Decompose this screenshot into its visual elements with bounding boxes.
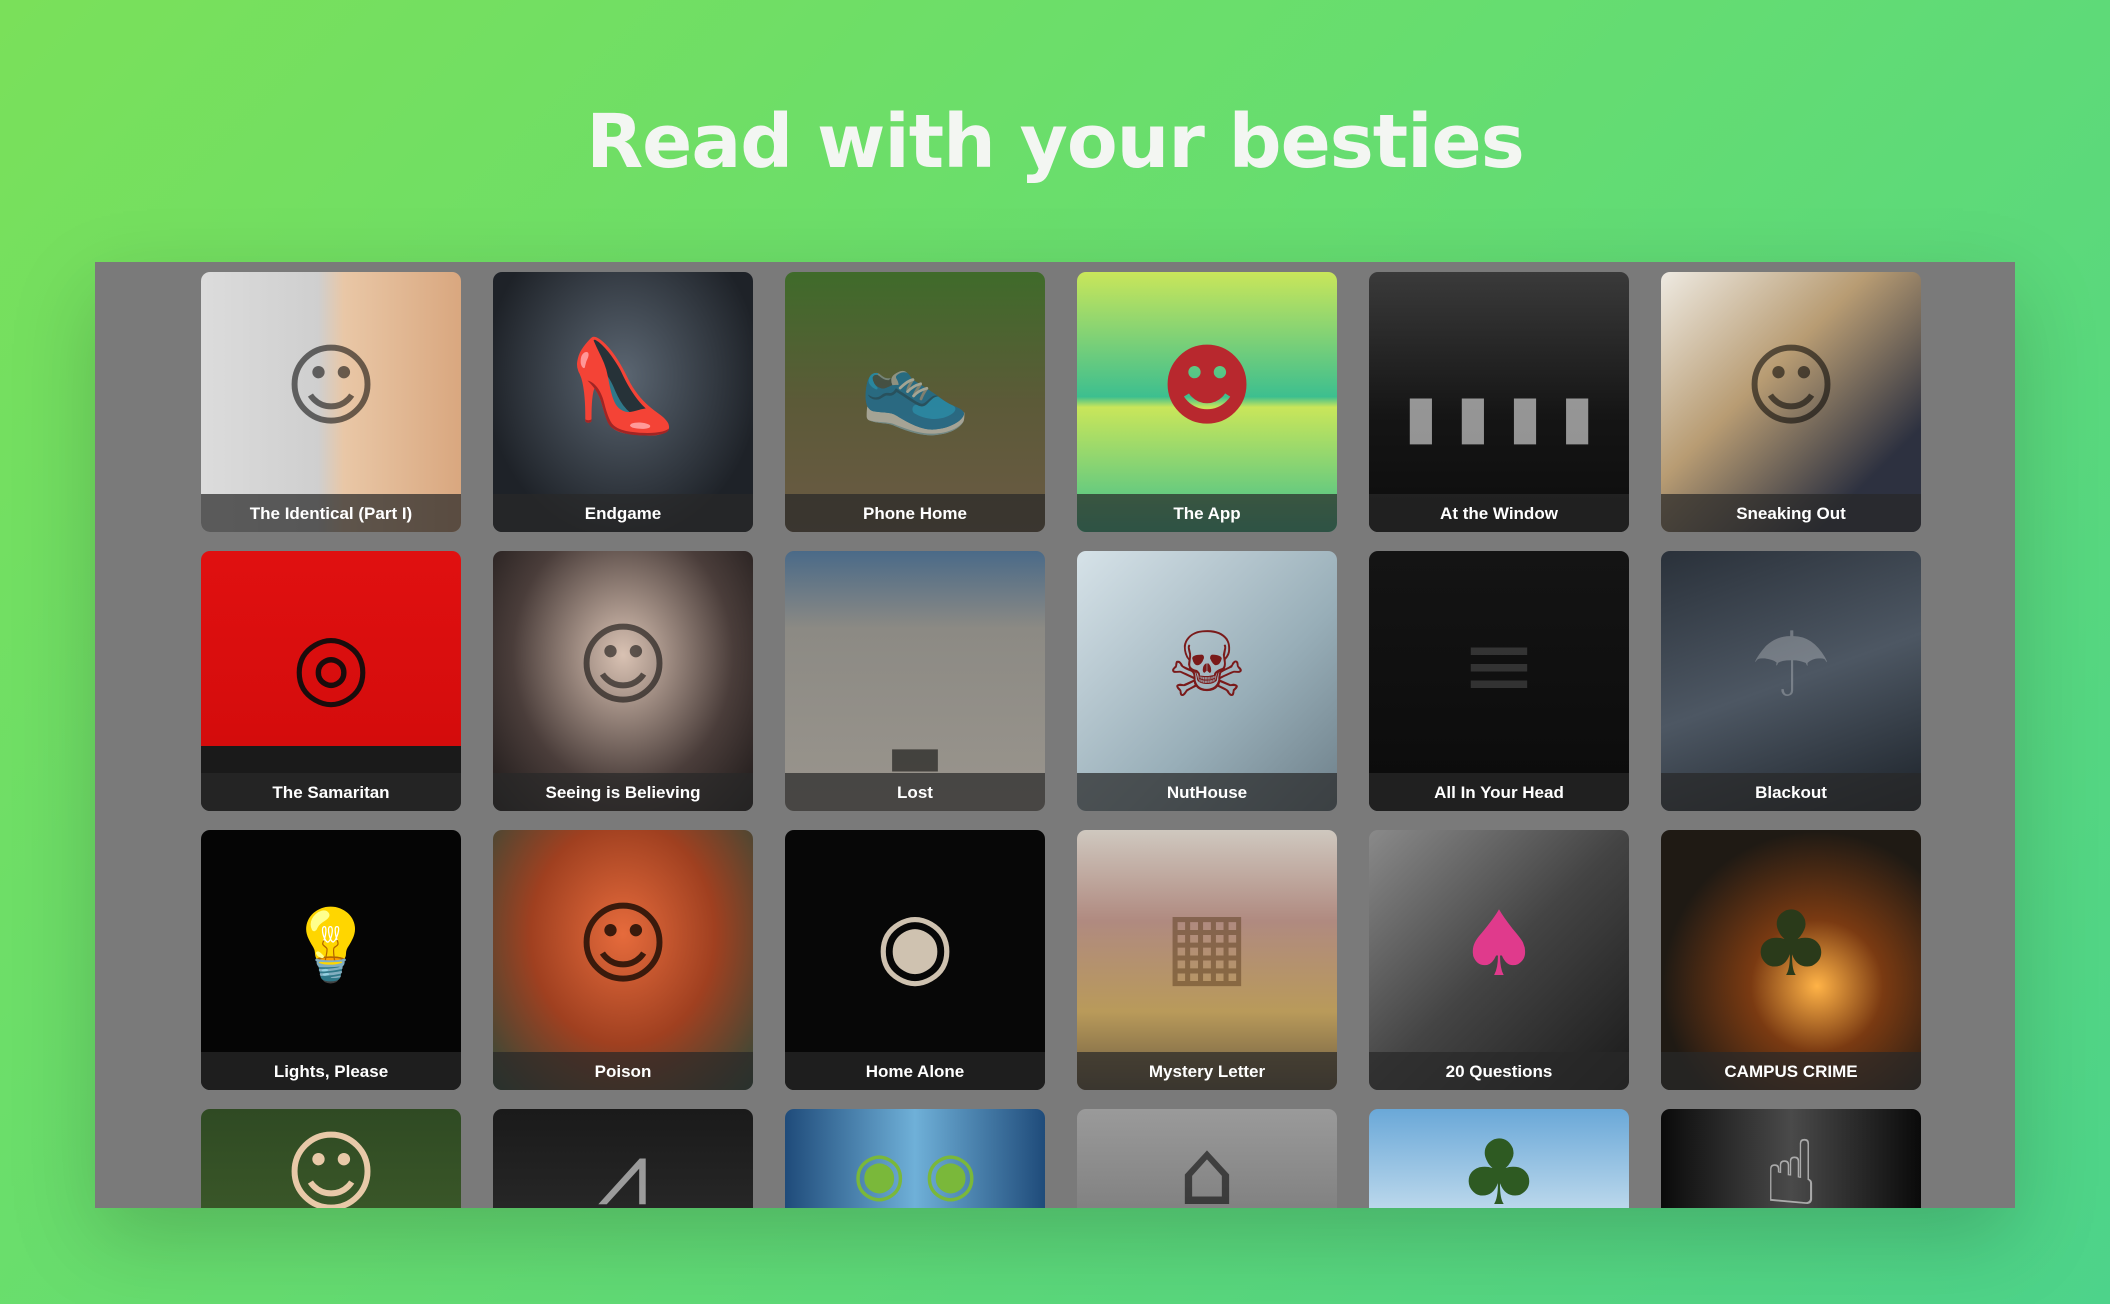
story-title: 20 Questions	[1369, 1052, 1629, 1090]
staircase-icon: ≡	[1369, 551, 1629, 811]
story-title: Phone Home	[785, 494, 1045, 532]
story-card[interactable]: ☺ The Identical (Part I)	[201, 272, 461, 532]
cartoon-phone-icon: ☻	[1077, 272, 1337, 532]
story-card[interactable]: 👟 Phone Home	[785, 272, 1045, 532]
story-title: Lost	[785, 773, 1045, 811]
story-title: Sneaking Out	[1661, 494, 1921, 532]
story-card[interactable]: ☝	[1661, 1109, 1921, 1208]
heels-handcuffs-icon: 👠	[493, 272, 753, 532]
story-card[interactable]: ▬ Lost	[785, 551, 1045, 811]
story-card[interactable]: ☺ Sneaking Out	[1661, 272, 1921, 532]
story-title: The App	[1077, 494, 1337, 532]
story-card[interactable]: ☂ Blackout	[1661, 551, 1921, 811]
story-card[interactable]: ⩘	[493, 1109, 753, 1208]
story-card[interactable]: ≡ All In Your Head	[1369, 551, 1629, 811]
story-card[interactable]: ☺ Poison	[493, 830, 753, 1090]
story-title: The Identical (Part I)	[201, 494, 461, 532]
forest-girl-icon: ☺	[201, 1109, 461, 1208]
story-title: All In Your Head	[1369, 773, 1629, 811]
story-title: Blackout	[1661, 773, 1921, 811]
abandoned-room-icon: ▦	[1077, 830, 1337, 1090]
story-title: Home Alone	[785, 1052, 1045, 1090]
story-title: Seeing is Believing	[493, 773, 753, 811]
story-card[interactable]: ♣	[1369, 1109, 1629, 1208]
dropped-phone-icon: ▬	[785, 551, 1045, 811]
face-icon: ☺	[201, 272, 461, 532]
sneaker-icon: 👟	[785, 272, 1045, 532]
story-card[interactable]: ♣ CAMPUS CRIME	[1661, 830, 1921, 1090]
story-card[interactable]: ☠ NutHouse	[1077, 551, 1337, 811]
story-card[interactable]: ▮ ▮ ▮ ▮ At the Window	[1369, 272, 1629, 532]
story-card[interactable]: ☻ The App	[1077, 272, 1337, 532]
couple-icon: ☺	[1661, 272, 1921, 532]
story-card[interactable]: ◎ The Samaritan	[201, 551, 461, 811]
shush-icon: ☝	[1661, 1109, 1921, 1208]
story-card[interactable]: ◉ ◉	[785, 1109, 1045, 1208]
old-house-icon: ⌂	[1077, 1109, 1337, 1208]
asylum-icon: ☠	[1077, 551, 1337, 811]
shovel-icon: ♠	[1369, 830, 1629, 1090]
story-title: Lights, Please	[201, 1052, 461, 1090]
campus-night-icon: ♣	[1661, 830, 1921, 1090]
story-card[interactable]: ⌂	[1077, 1109, 1337, 1208]
story-card[interactable]: ☺ Seeing is Believing	[493, 551, 753, 811]
story-card[interactable]: 💡 Lights, Please	[201, 830, 461, 1090]
dark-house-icon: ▮ ▮ ▮ ▮	[1369, 272, 1629, 532]
story-title: At the Window	[1369, 494, 1629, 532]
story-title: NutHouse	[1077, 773, 1337, 811]
story-title: The Samaritan	[201, 773, 461, 811]
story-title: Endgame	[493, 494, 753, 532]
peeking-eye-icon: ◉	[785, 830, 1045, 1090]
target-icon: ◎	[201, 551, 461, 811]
story-card[interactable]: ◉ Home Alone	[785, 830, 1045, 1090]
hooded-figure-icon: ⩘	[493, 1109, 753, 1208]
rainy-window-icon: ☂	[1661, 551, 1921, 811]
lightbulb-icon: 💡	[201, 830, 461, 1090]
story-card[interactable]: 👠 Endgame	[493, 272, 753, 532]
story-grid-panel: ☺ The Identical (Part I) 👠 Endgame 👟 Pho…	[95, 262, 2015, 1208]
story-card[interactable]: ☺	[201, 1109, 461, 1208]
story-card[interactable]: ▦ Mystery Letter	[1077, 830, 1337, 1090]
girl-portrait-icon: ☺	[493, 551, 753, 811]
trees-icon: ♣	[1369, 1109, 1629, 1208]
story-card[interactable]: ♠ 20 Questions	[1369, 830, 1629, 1090]
page-headline: Read with your besties	[586, 99, 1525, 185]
blue-eyes-icon: ◉ ◉	[785, 1109, 1045, 1208]
story-title: Poison	[493, 1052, 753, 1090]
red-hair-icon: ☺	[493, 830, 753, 1090]
story-title: CAMPUS CRIME	[1661, 1052, 1921, 1090]
story-title: Mystery Letter	[1077, 1052, 1337, 1090]
